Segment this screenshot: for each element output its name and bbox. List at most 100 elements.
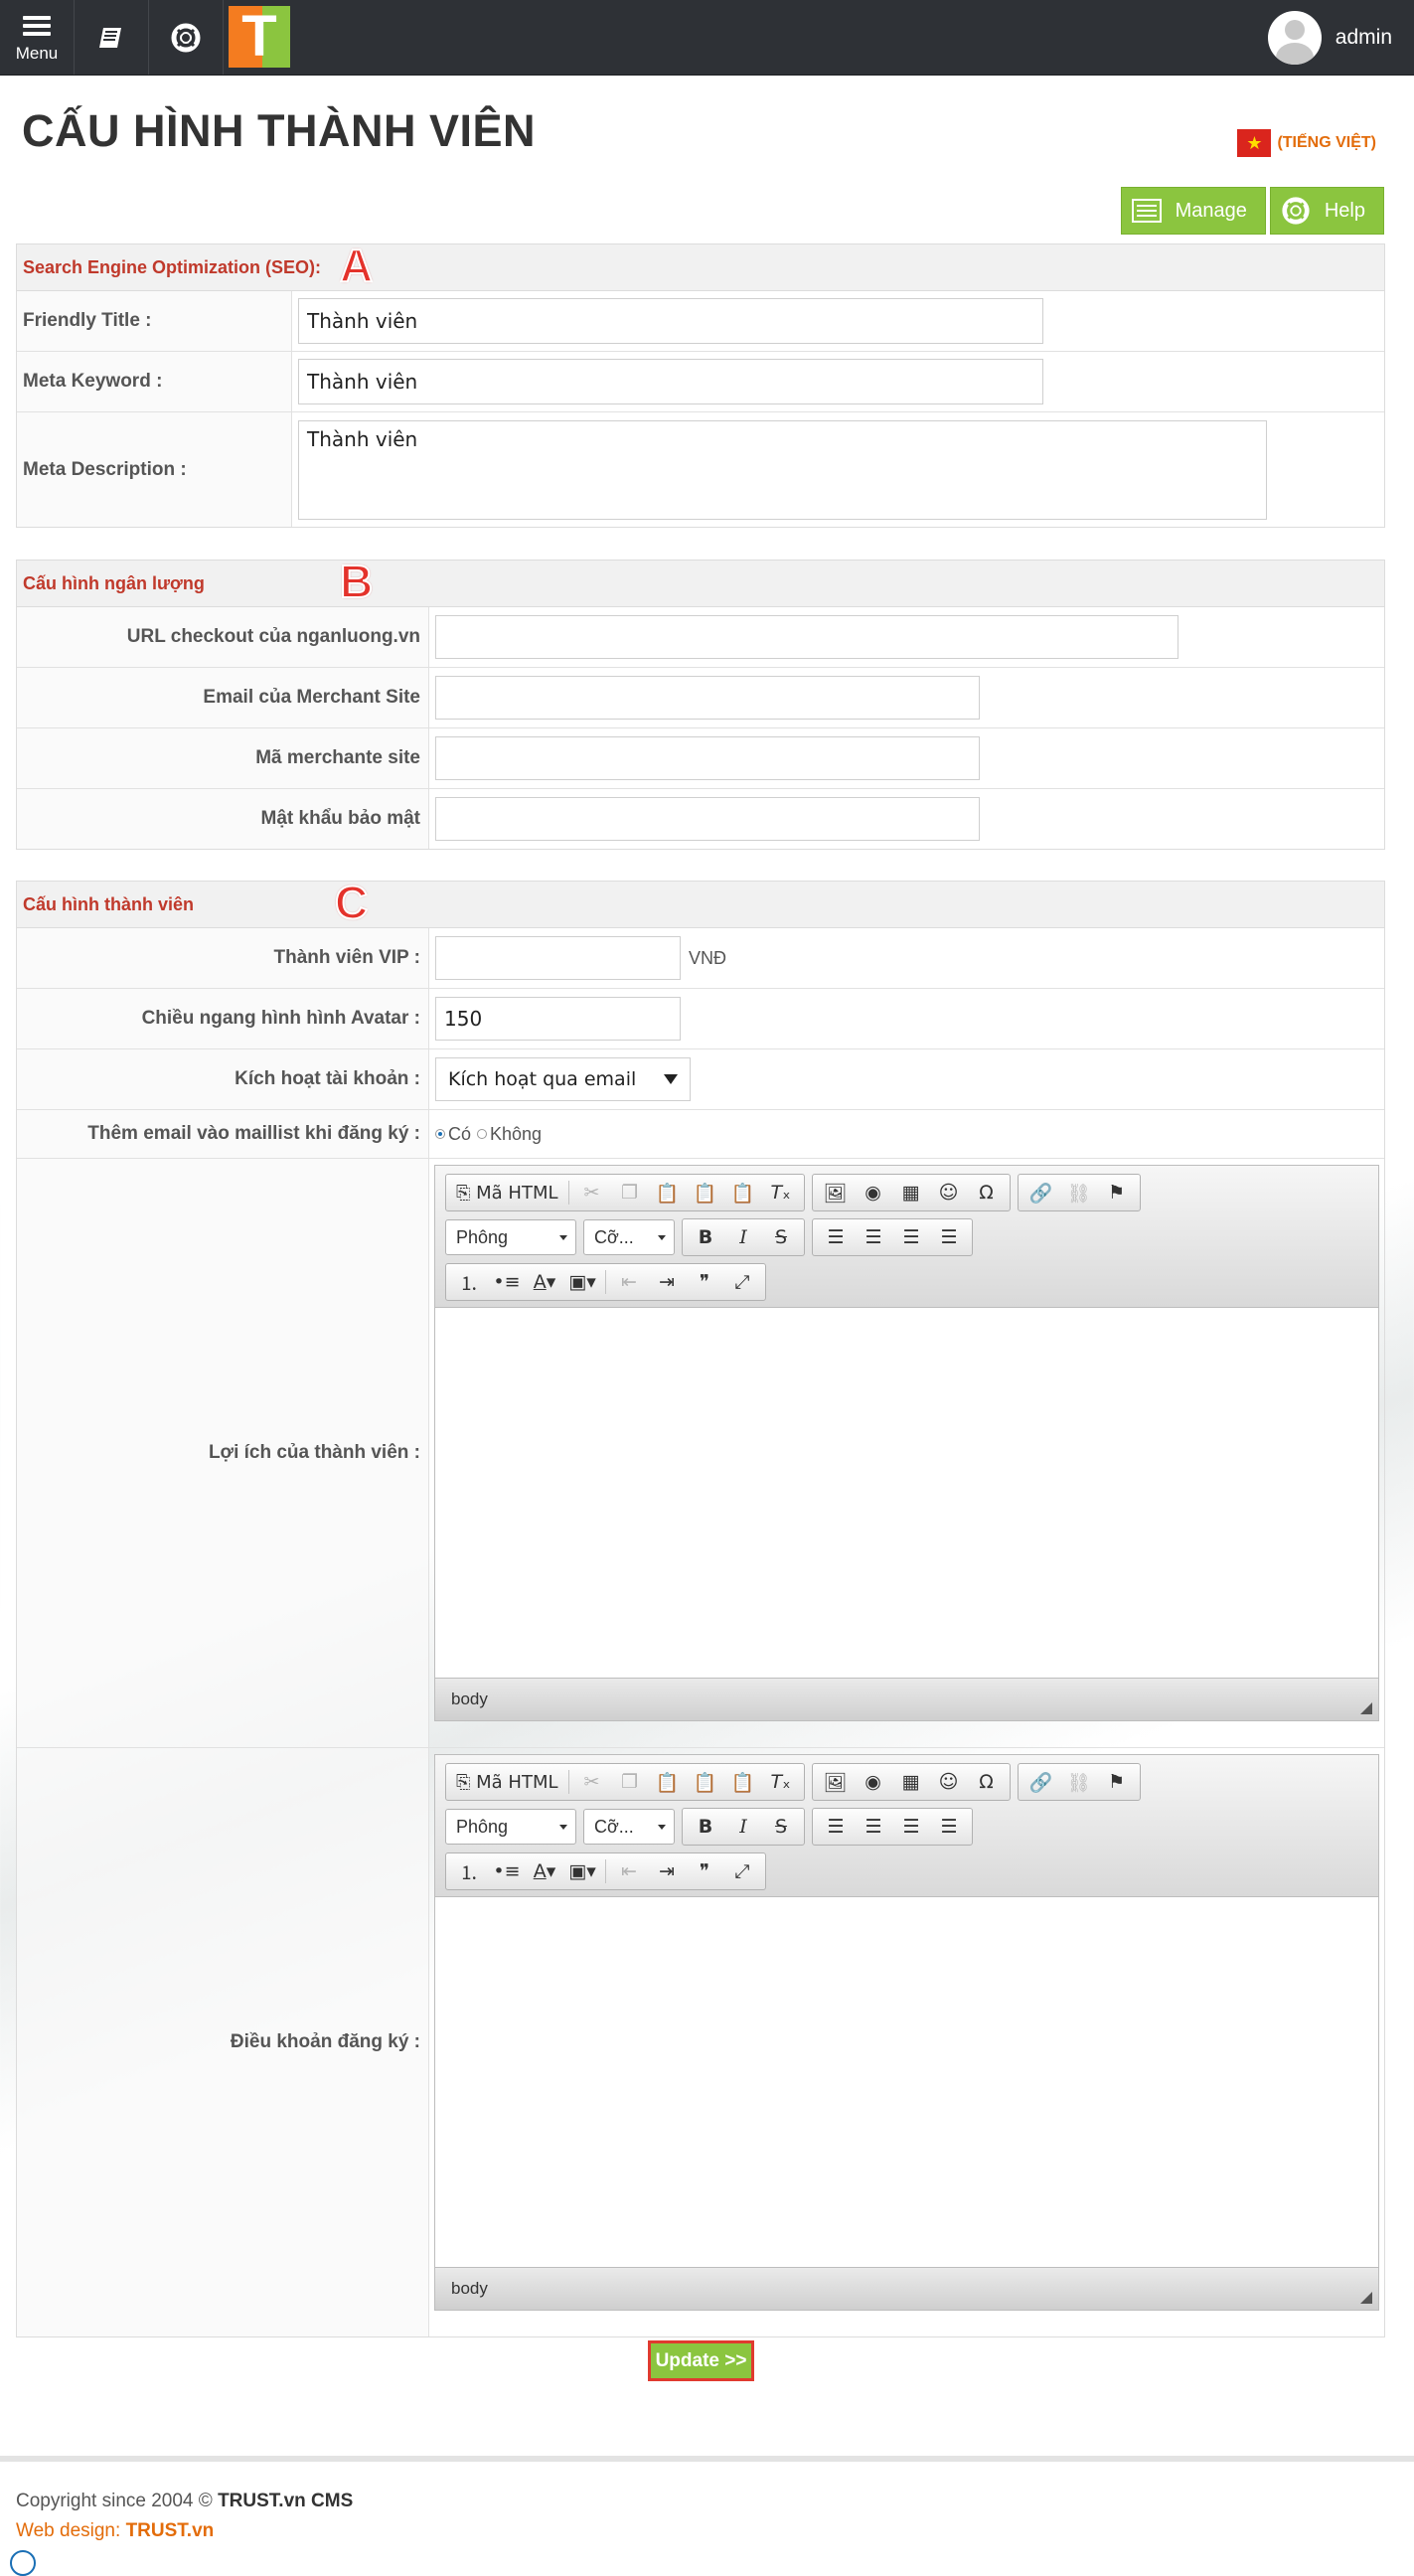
align-center-icon[interactable]: ☰ [855,1811,892,1843]
web-design-text: Web design: [16,2520,121,2541]
page-title: CẤU HÌNH THÀNH VIÊN [22,105,537,156]
text-color-icon[interactable]: A ▾ [526,1266,563,1298]
maximize-icon[interactable]: ⤢ [723,1855,761,1887]
paste-icon[interactable]: 📋 [649,1766,687,1798]
merchant-email-input[interactable] [435,676,980,720]
outdent-icon[interactable]: ⇤ [610,1266,648,1298]
indent-icon[interactable]: ⇥ [648,1855,686,1887]
italic-icon[interactable]: I [724,1221,762,1253]
remove-format-icon[interactable]: Tₓ [762,1766,800,1798]
avatar-width-input[interactable] [435,997,681,1041]
align-left-icon[interactable]: ☰ [817,1221,855,1253]
update-button[interactable]: Update >> [648,2340,754,2381]
size-combo[interactable]: Cỡ... [583,1809,675,1845]
numbered-list-icon[interactable]: ⒈ [450,1855,488,1887]
italic-icon[interactable]: I [724,1811,762,1843]
vip-input[interactable] [435,936,681,980]
activation-select[interactable]: Kích hoạt qua email [435,1057,691,1101]
bulleted-list-icon[interactable]: •≡ [488,1266,526,1298]
source-button[interactable]: ⎘ Mã HTML [450,1766,564,1798]
maillist-yes-radio[interactable]: Có [435,1124,471,1145]
background-color-icon[interactable]: ▣▾ [563,1266,601,1298]
align-right-icon[interactable]: ☰ [892,1811,930,1843]
indent-icon[interactable]: ⇥ [648,1266,686,1298]
paste-icon[interactable]: 📋 [649,1177,687,1208]
brand-logo[interactable]: T [229,6,290,68]
link-icon[interactable]: 🔗 [1022,1766,1060,1798]
bold-icon[interactable]: B [687,1811,724,1843]
anchor-flag-icon[interactable]: ⚑ [1098,1177,1136,1208]
paste-word-icon[interactable]: 📋 [724,1766,762,1798]
strikethrough-icon[interactable]: S [762,1811,800,1843]
font-combo[interactable]: Phông [445,1809,576,1845]
maillist-no-radio[interactable]: Không [477,1124,542,1145]
flash-icon[interactable]: ◉ [855,1766,892,1798]
align-justify-icon[interactable]: ☰ [930,1221,968,1253]
align-justify-icon[interactable]: ☰ [930,1811,968,1843]
avatar-width-row: Chiều ngang hình hình Avatar : [17,989,1384,1049]
element-path[interactable]: body [451,2279,488,2299]
manage-button[interactable]: Manage [1120,187,1266,235]
special-char-icon[interactable]: Ω [968,1177,1006,1208]
blockquote-icon[interactable]: ❞ [686,1266,723,1298]
meta-keyword-input[interactable] [298,359,1043,404]
smiley-icon[interactable]: ☺ [930,1177,968,1208]
meta-description-textarea[interactable]: Thành viên [298,419,1267,520]
user-menu[interactable]: admin [1267,10,1392,65]
resize-grip-icon[interactable] [1360,2292,1372,2304]
outdent-icon[interactable]: ⇤ [610,1855,648,1887]
language-switch[interactable]: ★ (TIẾNG VIỆT) [1237,129,1376,157]
special-char-icon[interactable]: Ω [968,1766,1006,1798]
source-button[interactable]: ⎘ Mã HTML [450,1177,564,1208]
element-path[interactable]: body [451,1690,488,1709]
menu-button[interactable]: Menu [0,0,75,75]
help-top-button[interactable] [149,0,224,75]
resize-grip-icon[interactable] [1360,1702,1372,1714]
paste-word-icon[interactable]: 📋 [724,1177,762,1208]
merchant-code-input[interactable] [435,736,980,780]
numbered-list-icon[interactable]: ⒈ [450,1266,488,1298]
merchant-email-row: Email của Merchant Site [17,668,1384,728]
link-icon[interactable]: 🔗 [1022,1177,1060,1208]
member-panel-title: Cấu hình thành viên [23,893,195,914]
align-right-icon[interactable]: ☰ [892,1221,930,1253]
cut-icon[interactable]: ✂ [573,1177,611,1208]
copy-icon[interactable]: ❐ [611,1177,649,1208]
paste-text-icon[interactable]: 📋 [687,1177,724,1208]
benefits-label: Lợi ích của thành viên : [17,1159,429,1747]
paste-text-icon[interactable]: 📋 [687,1766,724,1798]
anchor-flag-icon[interactable]: ⚑ [1098,1766,1136,1798]
background-color-icon[interactable]: ▣▾ [563,1855,601,1887]
image-icon[interactable]: 🖼 [817,1177,855,1208]
security-password-input[interactable] [435,797,980,841]
align-left-icon[interactable]: ☰ [817,1811,855,1843]
maximize-icon[interactable]: ⤢ [723,1266,761,1298]
benefits-editor-body[interactable] [435,1308,1378,1678]
help-button[interactable]: Help [1269,187,1384,235]
font-combo[interactable]: Phông [445,1219,576,1255]
unlink-icon[interactable]: ⛓ [1060,1177,1098,1208]
smiley-icon[interactable]: ☺ [930,1766,968,1798]
text-color-icon[interactable]: A ▾ [526,1855,563,1887]
terms-label: Điều khoản đăng ký : [17,1748,429,2336]
copy-icon[interactable]: ❐ [611,1766,649,1798]
unlink-icon[interactable]: ⛓ [1060,1766,1098,1798]
book-button[interactable] [75,0,149,75]
table-icon[interactable]: ▦ [892,1766,930,1798]
bulleted-list-icon[interactable]: •≡ [488,1855,526,1887]
bold-icon[interactable]: B [687,1221,724,1253]
table-icon[interactable]: ▦ [892,1177,930,1208]
activation-row: Kích hoạt tài khoản : Kích hoạt qua emai… [17,1049,1384,1110]
image-icon[interactable]: 🖼 [817,1766,855,1798]
url-checkout-input[interactable] [435,615,1178,659]
blockquote-icon[interactable]: ❞ [686,1855,723,1887]
align-center-icon[interactable]: ☰ [855,1221,892,1253]
remove-format-icon[interactable]: Tₓ [762,1177,800,1208]
web-design-link[interactable]: TRUST.vn [126,2520,215,2541]
flash-icon[interactable]: ◉ [855,1177,892,1208]
friendly-title-input[interactable] [298,298,1043,344]
strikethrough-icon[interactable]: S [762,1221,800,1253]
cut-icon[interactable]: ✂ [573,1766,611,1798]
size-combo[interactable]: Cỡ... [583,1219,675,1255]
terms-editor-body[interactable] [435,1897,1378,2267]
